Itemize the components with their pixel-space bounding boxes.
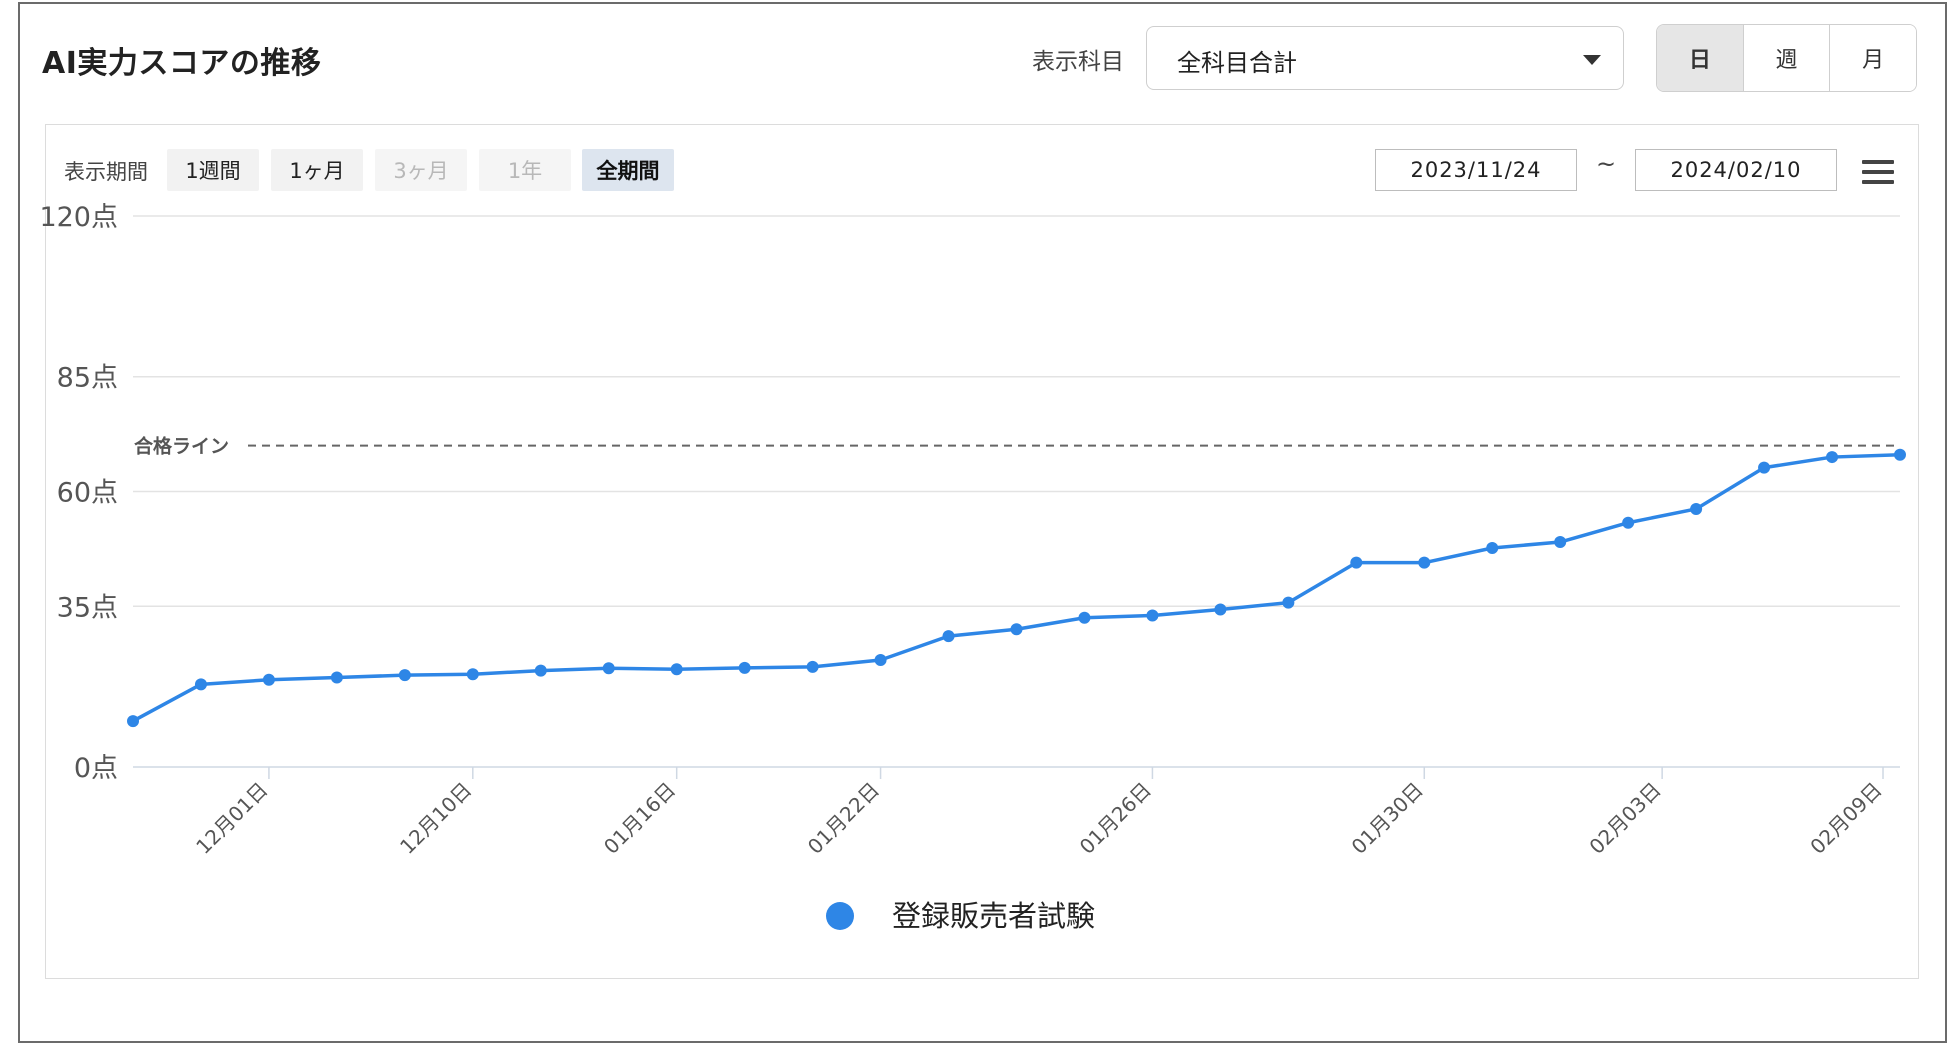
data-point xyxy=(194,678,207,691)
y-tick-label: 0点 xyxy=(74,753,118,784)
data-point xyxy=(1350,556,1363,569)
pass-line-label: 合格ライン xyxy=(134,435,229,458)
data-point xyxy=(1758,461,1771,474)
legend-marker xyxy=(826,902,854,930)
data-point xyxy=(670,663,683,676)
line-chart: 合格ライン 0点 35点 60点 85点 120点 12月01日 12月10日 01月16日 0… xyxy=(39,202,1906,933)
data-point xyxy=(398,669,411,682)
y-tick-label: 60点 xyxy=(57,478,118,509)
data-point xyxy=(262,673,275,686)
data-point xyxy=(466,668,479,681)
data-point xyxy=(1010,623,1023,636)
y-tick-label: 35点 xyxy=(57,592,118,623)
x-tick-label: 01月22日 xyxy=(803,778,884,859)
x-tick-label: 01月16日 xyxy=(599,778,680,859)
data-point xyxy=(1078,611,1091,624)
data-point xyxy=(1214,603,1227,616)
y-tick-label: 85点 xyxy=(57,363,118,394)
x-tick-label: 02月09日 xyxy=(1805,778,1886,859)
data-point xyxy=(1418,556,1431,569)
data-point xyxy=(602,662,615,675)
data-point xyxy=(806,660,819,673)
data-point xyxy=(330,671,343,684)
x-tick-label: 12月10日 xyxy=(395,778,476,859)
data-point xyxy=(1486,541,1499,554)
data-point xyxy=(1146,609,1159,622)
data-point xyxy=(1622,516,1635,529)
series-line xyxy=(132,453,1901,723)
data-point xyxy=(738,661,751,674)
legend-label: 登録販売者試験 xyxy=(892,899,1095,933)
data-point xyxy=(1826,451,1839,464)
data-point xyxy=(1690,502,1703,515)
data-point xyxy=(1894,448,1906,461)
x-tick-label: 01月30日 xyxy=(1347,778,1428,859)
data-point xyxy=(942,630,955,643)
x-tick-label: 02月03日 xyxy=(1584,778,1665,859)
y-tick-label: 120点 xyxy=(39,202,118,233)
x-tick-label: 01月26日 xyxy=(1075,778,1156,859)
data-point xyxy=(1554,536,1567,549)
data-point xyxy=(534,664,547,677)
data-point xyxy=(127,715,139,728)
x-tick-label: 12月01日 xyxy=(191,778,272,859)
data-point xyxy=(874,654,887,667)
data-point xyxy=(1282,596,1295,609)
